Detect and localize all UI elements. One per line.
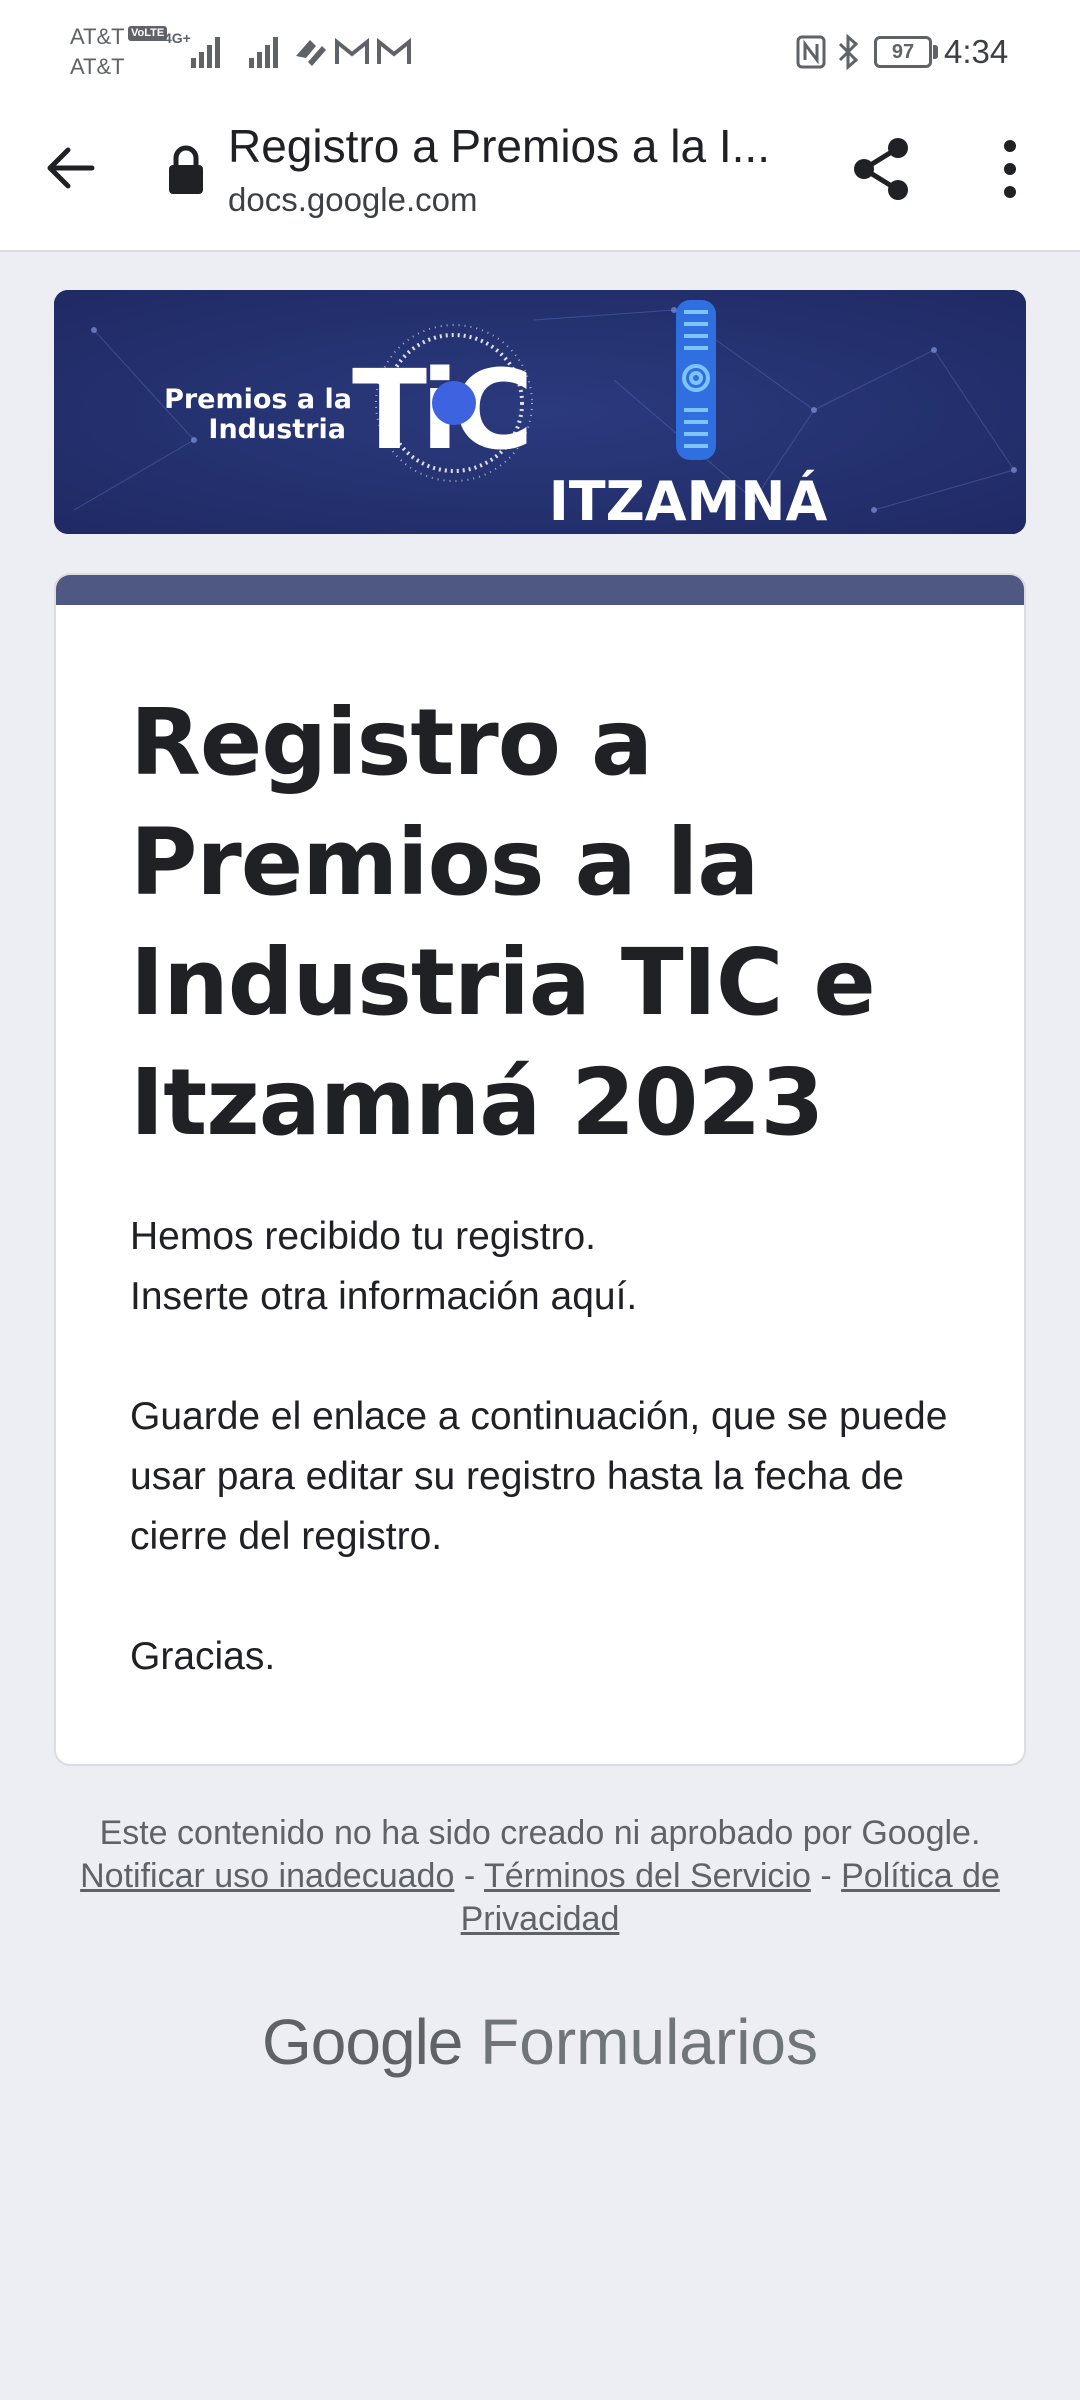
back-arrow-icon[interactable] — [40, 138, 100, 198]
footer-disclaimer: Este contenido no ha sido creado ni apro… — [80, 1812, 1000, 1941]
banner-itzamna: ITZAMNÁ — [549, 470, 828, 533]
clock: 4:34 — [944, 33, 1009, 70]
gmail-icon-2 — [377, 37, 411, 64]
signal-icon — [191, 37, 220, 68]
separator: - — [463, 1857, 476, 1895]
banner-line-1: Premios a la — [164, 384, 352, 415]
google-forms-logo[interactable]: Google Formularios — [0, 2002, 1080, 2082]
lock-icon[interactable] — [166, 144, 206, 196]
browser-toolbar: Registro a Premios a la I... docs.google… — [0, 100, 1080, 252]
carrier-2: AT&T — [70, 54, 125, 79]
terms-link[interactable]: Términos del Servicio — [484, 1857, 811, 1895]
carrier-label: AT&T AT&T — [70, 22, 125, 82]
battery-tip — [933, 45, 938, 59]
brand-product: Formularios — [480, 2006, 818, 2078]
card-accent-bar — [56, 575, 1024, 605]
more-options-icon[interactable] — [990, 136, 1030, 202]
page-url[interactable]: docs.google.com — [228, 178, 477, 222]
message-thanks: Gracias. — [130, 1635, 276, 1678]
form-title: Registro a Premios a la Industria TIC e … — [130, 689, 876, 1156]
status-bar: AT&T AT&T VoLTE 4G+ 97 4:34 — [0, 0, 1080, 100]
carrier-1: AT&T — [70, 24, 125, 49]
confirmation-card: Registro a Premios a la Industria TIC e … — [54, 573, 1026, 1766]
itzamna-logo-icon — [676, 300, 716, 460]
battery-icon: 97 — [874, 36, 932, 68]
disclaimer-text: Este contenido no ha sido creado ni apro… — [99, 1814, 981, 1852]
brand-google: Google — [262, 2006, 463, 2078]
message-paragraph-2: Guarde el enlace a continuación, que se … — [130, 1395, 948, 1558]
confirmation-message: Hemos recibido tu registro. Inserte otra… — [130, 1207, 970, 1687]
share-icon[interactable] — [850, 136, 914, 202]
signal-icon-2 — [249, 37, 278, 68]
wifi-calling-icon — [296, 40, 326, 66]
volte-badge: VoLTE — [128, 26, 168, 41]
page-title[interactable]: Registro a Premios a la I... — [228, 116, 788, 176]
banner-line-2: Industria — [208, 414, 346, 445]
report-abuse-link[interactable]: Notificar uso inadecuado — [80, 1857, 454, 1895]
separator: - — [820, 1857, 832, 1895]
form-header-banner: Premios a la Industria TiC ITZAMNÁ — [54, 290, 1026, 534]
message-line-2: Inserte otra información aquí. — [130, 1275, 638, 1318]
message-line-1: Hemos recibido tu registro. — [130, 1215, 597, 1258]
bluetooth-icon — [838, 34, 859, 70]
nfc-icon — [796, 35, 826, 69]
gmail-icon — [335, 37, 369, 64]
network-type: 4G+ — [164, 30, 191, 46]
banner-image: Premios a la Industria TiC ITZAMNÁ — [54, 290, 1026, 534]
